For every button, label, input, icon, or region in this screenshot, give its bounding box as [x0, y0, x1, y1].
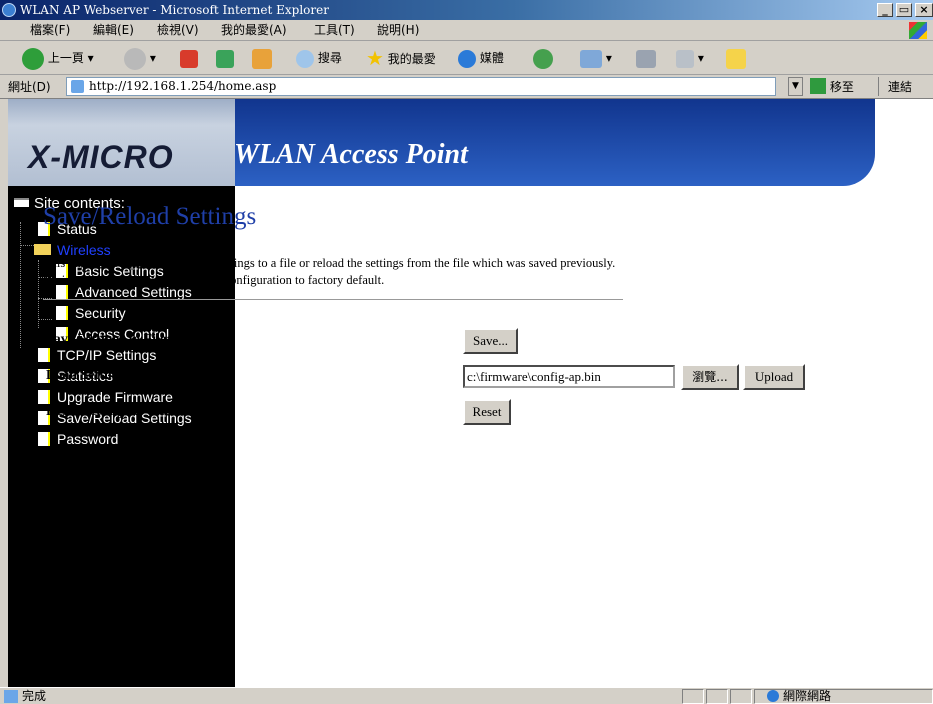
- forward-button[interactable]: ▾: [124, 46, 156, 70]
- home-icon: [252, 48, 272, 69]
- history-icon: [533, 48, 553, 69]
- sidebar-item-label: TCP/IP Settings: [57, 347, 157, 363]
- file-path-input[interactable]: c:\firmware\config-ap.bin: [463, 365, 675, 388]
- sidebar-item-label: Password: [57, 431, 119, 447]
- address-input[interactable]: http://192.168.1.254/home.asp: [66, 77, 776, 96]
- address-label: 網址(D): [8, 80, 51, 94]
- go-label: 移至: [829, 80, 854, 94]
- address-bar: 網址(D) http://192.168.1.254/home.asp ▼ 移至…: [0, 75, 933, 99]
- favorites-button[interactable]: ★ 我的最愛: [366, 46, 436, 71]
- star-icon: ★: [366, 46, 384, 70]
- menu-bar: 檔案(F) 編輯(E) 檢視(V) 我的最愛(A) 工具(T) 說明(H): [0, 20, 933, 41]
- sidebar-item-label: Security: [75, 305, 126, 321]
- x-micro-logo: X-MICRO: [28, 139, 174, 175]
- status-text: 完成: [22, 689, 47, 703]
- media-icon: [458, 49, 476, 68]
- banner: X-MICRO WLAN Access Point: [8, 99, 933, 186]
- edit-icon: [676, 49, 694, 68]
- refresh-icon: [216, 49, 234, 68]
- page-title: Save/Reload Settings: [43, 203, 257, 230]
- back-arrow-icon: [22, 47, 44, 70]
- zone-label: 網際網路: [783, 689, 832, 703]
- back-label: 上一頁: [47, 51, 84, 65]
- address-dropdown-icon[interactable]: ▼: [788, 77, 803, 96]
- reset-settings-label: Reset Settings to Default:: [46, 404, 198, 419]
- page-description: This page allows you save current settin…: [43, 256, 616, 287]
- media-label: 媒體: [479, 51, 504, 65]
- divider: [878, 77, 879, 96]
- home-button[interactable]: [252, 46, 272, 70]
- go-arrow-icon: [810, 78, 826, 94]
- print-button[interactable]: [636, 46, 656, 70]
- security-zone: 網際網路: [754, 689, 933, 704]
- close-button[interactable]: ×: [915, 3, 933, 17]
- search-icon: [296, 49, 314, 68]
- search-label: 搜尋: [317, 51, 342, 65]
- refresh-button[interactable]: [216, 46, 234, 70]
- title-bar: WLAN AP Webserver - Microsoft Internet E…: [0, 0, 933, 20]
- banner-title: WLAN Access Point: [234, 139, 468, 170]
- reset-button[interactable]: Reset: [463, 399, 511, 425]
- save-settings-label: Save Settings to File:: [46, 332, 171, 347]
- media-button[interactable]: 媒體: [458, 46, 504, 70]
- restore-button[interactable]: ▭: [896, 3, 912, 17]
- globe-icon: [767, 690, 779, 702]
- folder-open-icon: [34, 244, 51, 255]
- page-content: X-MICRO WLAN Access Point Site contents:…: [8, 99, 933, 687]
- save-button[interactable]: Save...: [463, 328, 518, 354]
- tree-line: [38, 260, 39, 328]
- edit-button[interactable]: ▾: [676, 46, 704, 70]
- history-button[interactable]: [533, 46, 553, 70]
- document-icon: [38, 432, 50, 446]
- sidebar-item-password[interactable]: Password: [38, 429, 118, 449]
- computer-icon: [14, 198, 29, 207]
- browser-window: WLAN AP Webserver - Microsoft Internet E…: [0, 0, 933, 704]
- menu-tools[interactable]: 工具(T): [314, 20, 355, 41]
- toolbar: 上一頁 ▾ ▾ 搜尋 ★ 我的最愛 媒體 ▾ ▾: [0, 41, 933, 75]
- tree-line: [20, 222, 21, 348]
- menu-help[interactable]: 說明(H): [377, 20, 419, 41]
- menu-file[interactable]: 檔案(F): [30, 20, 70, 41]
- mail-button[interactable]: ▾: [580, 46, 612, 70]
- favorites-label: 我的最愛: [387, 52, 436, 66]
- print-icon: [636, 49, 656, 68]
- upload-button[interactable]: Upload: [743, 364, 805, 390]
- address-url: http://192.168.1.254/home.asp: [89, 79, 277, 93]
- links-label[interactable]: 連結: [888, 75, 912, 99]
- menu-favorites[interactable]: 我的最愛(A): [221, 20, 287, 41]
- minimize-button[interactable]: _: [877, 3, 893, 17]
- divider: [43, 299, 623, 300]
- ie-icon: [2, 3, 16, 17]
- mail-icon: [580, 49, 602, 68]
- document-icon: [38, 348, 50, 362]
- page-done-icon: [4, 690, 18, 703]
- stop-button[interactable]: [180, 46, 198, 70]
- sidebar-item-label: Upgrade Firmware: [57, 389, 173, 405]
- window-title: WLAN AP Webserver - Microsoft Internet E…: [20, 3, 329, 17]
- menu-view[interactable]: 檢視(V): [157, 20, 199, 41]
- browse-button[interactable]: 瀏覽...: [681, 364, 739, 390]
- windows-flag-icon: [909, 22, 927, 39]
- tree-line: [20, 245, 34, 246]
- messenger-button[interactable]: [726, 46, 746, 70]
- back-button[interactable]: 上一頁 ▾: [22, 46, 94, 70]
- menu-edit[interactable]: 編輯(E): [93, 20, 134, 41]
- messenger-icon: [726, 48, 746, 69]
- status-pane: [682, 689, 704, 704]
- status-pane: [730, 689, 752, 704]
- go-button[interactable]: 移至: [810, 75, 854, 99]
- stop-icon: [180, 49, 198, 68]
- tree-line: [38, 319, 52, 320]
- document-icon: [56, 306, 68, 320]
- sidebar-item-tcpip-settings[interactable]: TCP/IP Settings: [38, 345, 156, 365]
- status-bar: 完成 網際網路: [0, 687, 933, 704]
- status-pane: [706, 689, 728, 704]
- sidebar-item-security[interactable]: Security: [56, 303, 126, 323]
- search-button[interactable]: 搜尋: [296, 46, 342, 70]
- load-settings-label: Load Settings from File:: [46, 368, 192, 383]
- page-icon: [71, 80, 84, 93]
- document-icon: [38, 390, 50, 404]
- forward-arrow-icon: [124, 47, 146, 70]
